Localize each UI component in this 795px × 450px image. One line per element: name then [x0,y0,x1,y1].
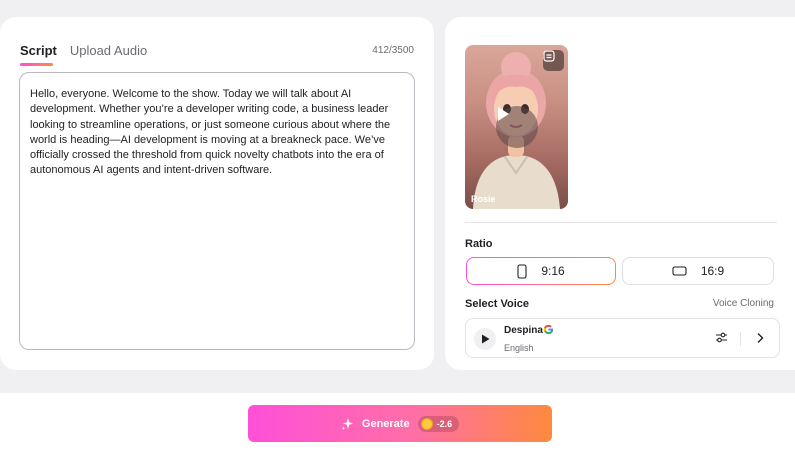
chevron-right-icon[interactable] [756,332,764,344]
ratio-label: 16:9 [700,264,725,278]
divider [465,222,777,223]
voice-name: Despina [504,325,543,336]
landscape-screen-icon [672,266,687,276]
ratio-option-9-16[interactable]: 9:16 [466,257,616,285]
select-voice-heading: Select Voice [465,298,529,310]
script-tabs: Script Upload Audio [20,43,147,58]
voice-cloning-link[interactable]: Voice Cloning [713,298,774,309]
bottom-action-bar: Generate -2.6 [0,393,795,450]
credit-cost: -2.6 [436,418,453,429]
generate-button[interactable]: Generate -2.6 [248,405,552,442]
voice-preview-play-icon[interactable] [474,328,496,350]
swap-avatar-icon[interactable] [543,50,564,71]
avatar-name: Rosie [471,194,496,204]
tab-script[interactable]: Script [20,43,57,58]
ratio-option-16-9[interactable]: 16:9 [622,257,774,285]
tab-upload-audio[interactable]: Upload Audio [70,43,147,58]
script-textarea[interactable]: Hello, everyone. Welcome to the show. To… [19,72,415,350]
voice-selector[interactable]: Despina English [465,318,780,358]
divider [740,332,741,346]
character-count: 412/3500 [372,45,414,56]
generate-label: Generate [361,417,410,430]
google-icon [543,324,554,335]
voice-settings-sliders-icon[interactable] [715,331,728,344]
settings-panel: Rosie Ratio 9:16 16:9 Select Voice Voice… [445,17,795,370]
ratio-label: 9:16 [541,264,565,278]
ratio-heading: Ratio [465,238,493,250]
credit-cost-badge: -2.6 [417,415,460,432]
sparkle-icon [341,418,353,430]
portrait-phone-icon [517,263,527,279]
active-tab-indicator [20,63,53,66]
play-icon[interactable] [496,106,538,148]
voice-language: English [504,343,534,353]
avatar-preview[interactable]: Rosie [465,45,568,209]
script-panel: Script Upload Audio 412/3500 Hello, ever… [0,17,434,370]
coin-icon [420,417,433,430]
